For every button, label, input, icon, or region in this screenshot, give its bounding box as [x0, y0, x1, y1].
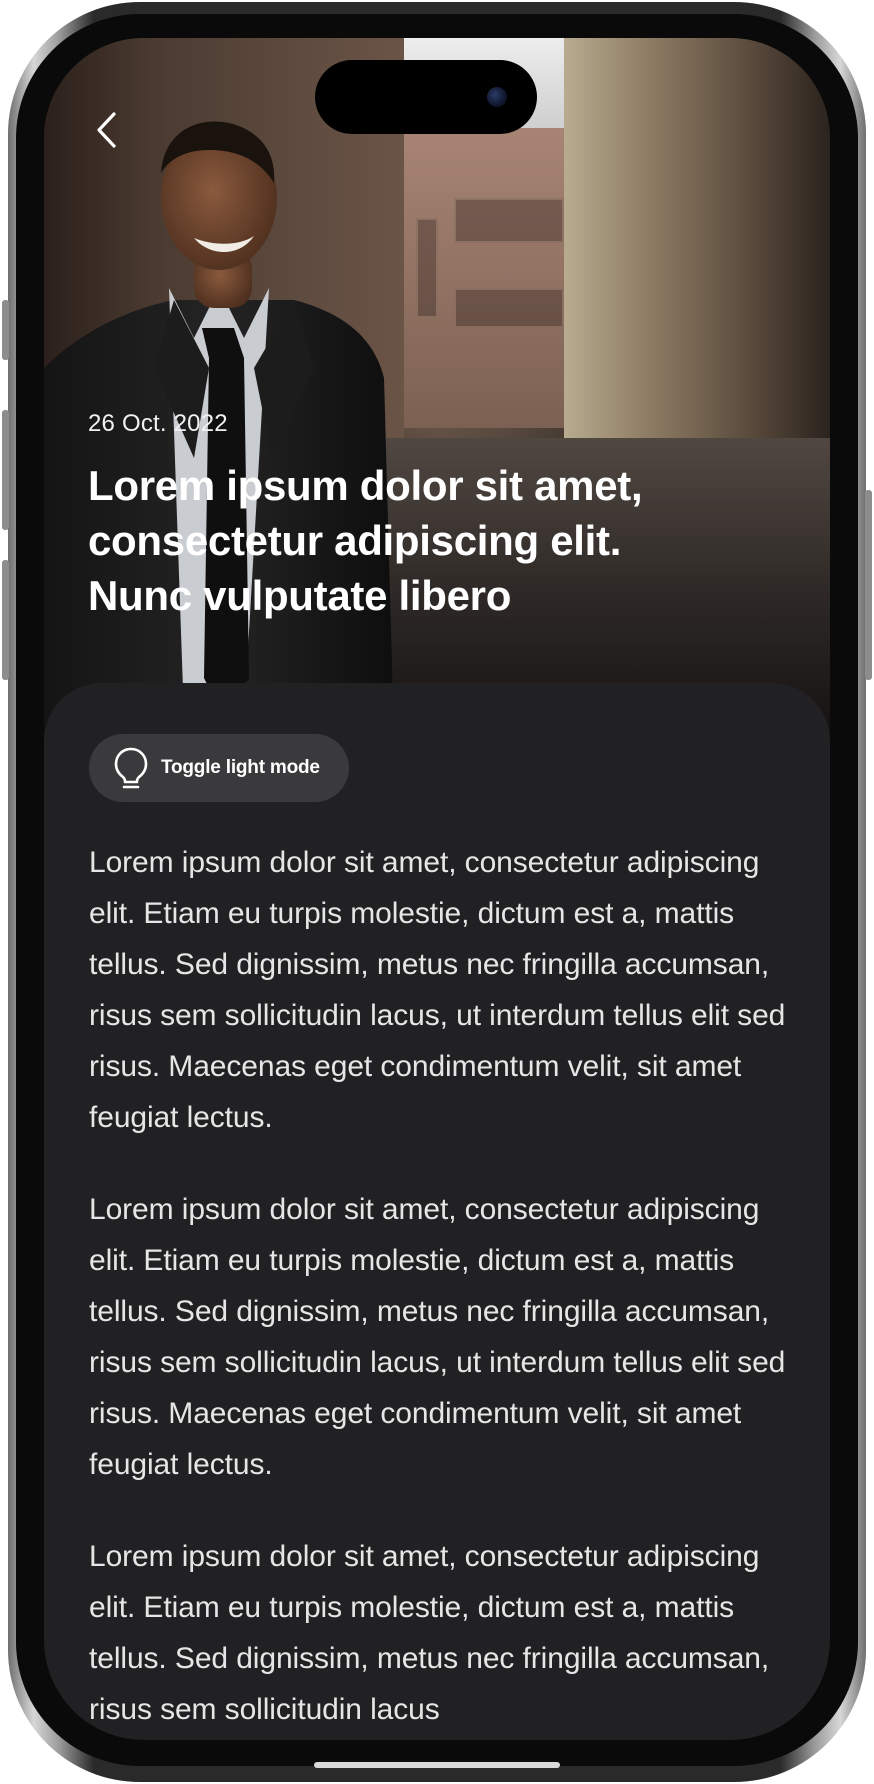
article-paragraph: Lorem ipsum dolor sit amet, consectetur …: [89, 846, 786, 1134]
back-button[interactable]: [84, 108, 128, 152]
home-indicator: [314, 1762, 560, 1768]
volume-up-button: [2, 410, 9, 530]
dynamic-island: [315, 60, 537, 134]
article-date: 26 Oct. 2022: [88, 410, 228, 437]
toggle-light-mode-button[interactable]: Toggle light mode: [89, 734, 349, 802]
article-paragraph: Lorem ipsum dolor sit amet, consectetur …: [89, 1540, 770, 1726]
article-body: Lorem ipsum dolor sit amet, consectetur …: [89, 837, 789, 1740]
article-sheet[interactable]: Toggle light mode Lorem ipsum dolor sit …: [44, 683, 830, 1740]
chevron-left-icon: [97, 112, 116, 148]
toggle-light-mode-label: Toggle light mode: [161, 757, 320, 778]
hero-image: 26 Oct. 2022 Lorem ipsum dolor sit amet,…: [44, 38, 830, 738]
silent-switch: [2, 300, 9, 360]
lightbulb-icon: [114, 747, 148, 789]
volume-down-button: [2, 560, 9, 680]
front-camera: [487, 87, 507, 107]
screen: 26 Oct. 2022 Lorem ipsum dolor sit amet,…: [44, 38, 830, 1740]
article-paragraph: Lorem ipsum dolor sit amet, consectetur …: [89, 1193, 786, 1481]
power-button: [865, 490, 872, 680]
article-title: Lorem ipsum dolor sit amet, consectetur …: [88, 462, 643, 619]
